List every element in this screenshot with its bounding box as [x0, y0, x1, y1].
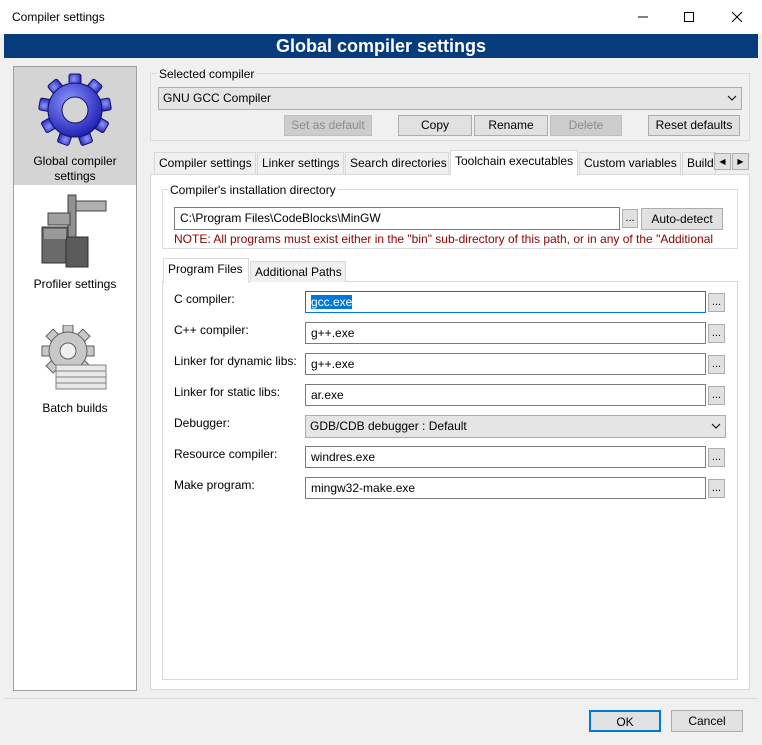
tab-custom-variables[interactable]: Custom variables — [579, 152, 681, 174]
set-as-default-button[interactable]: Set as default — [284, 115, 372, 136]
resource-compiler-label: Resource compiler: — [174, 447, 278, 461]
debugger-select[interactable]: GDB/CDB debugger : Default — [305, 415, 726, 438]
close-icon — [732, 12, 742, 22]
auto-detect-button[interactable]: Auto-detect — [641, 208, 723, 230]
caliper-icon — [41, 194, 107, 268]
close-button[interactable] — [714, 0, 760, 34]
cpp-compiler-input[interactable]: g++.exe — [305, 322, 706, 344]
page-title: Global compiler settings — [4, 34, 758, 58]
resource-compiler-input[interactable]: windres.exe — [305, 446, 706, 468]
batch-gear-icon — [41, 325, 107, 390]
copy-button[interactable]: Copy — [398, 115, 472, 136]
c-compiler-label: C compiler: — [174, 292, 235, 306]
tab-linker-settings[interactable]: Linker settings — [257, 152, 344, 174]
footer-divider — [4, 698, 758, 699]
gear-icon — [38, 73, 112, 146]
chevron-down-icon — [727, 88, 737, 116]
install-dir-input[interactable]: C:\Program Files\CodeBlocks\MinGW — [174, 207, 620, 230]
compiler-select[interactable]: GNU GCC Compiler — [158, 87, 742, 110]
subtab-program-files[interactable]: Program Files — [163, 258, 249, 283]
sidebar: Global compiler settings Profiler settin… — [13, 66, 137, 691]
c-compiler-value: gcc.exe — [311, 295, 353, 309]
chevron-right-icon: ▶ — [737, 157, 744, 166]
selected-compiler-label: Selected compiler — [157, 67, 257, 81]
cancel-button[interactable]: Cancel — [671, 710, 743, 732]
window-title: Compiler settings — [12, 10, 105, 24]
c-compiler-browse-button[interactable]: ... — [708, 293, 725, 312]
sidebar-item-batch-builds[interactable]: Batch builds — [14, 317, 136, 417]
make-program-label: Make program: — [174, 478, 255, 492]
minimize-button[interactable] — [620, 0, 666, 34]
install-dir-label: Compiler's installation directory — [168, 183, 338, 197]
sidebar-item-global-compiler[interactable]: Global compiler settings — [14, 67, 136, 185]
rename-button[interactable]: Rename — [474, 115, 548, 136]
cpp-compiler-label: C++ compiler: — [174, 323, 249, 337]
compiler-select-value: GNU GCC Compiler — [163, 91, 272, 105]
sidebar-item-label: Batch builds — [42, 401, 108, 415]
chevron-left-icon: ◀ — [719, 157, 726, 166]
tab-build[interactable]: Build — [682, 152, 716, 174]
reset-defaults-button[interactable]: Reset defaults — [648, 115, 740, 136]
maximize-button[interactable] — [666, 0, 712, 34]
title-bar: Compiler settings — [0, 0, 762, 34]
linker-dynamic-browse-button[interactable]: ... — [708, 355, 725, 374]
chevron-down-icon — [711, 416, 721, 444]
install-dir-note: NOTE: All programs must exist either in … — [174, 232, 714, 246]
resource-compiler-browse-button[interactable]: ... — [708, 448, 725, 467]
install-dir-browse-button[interactable]: ... — [622, 209, 638, 228]
tab-scroll-right-button[interactable]: ▶ — [732, 153, 749, 170]
tab-toolchain-executables[interactable]: Toolchain executables — [450, 150, 578, 175]
subtab-additional-paths[interactable]: Additional Paths — [250, 261, 346, 282]
make-program-input[interactable]: mingw32-make.exe — [305, 477, 706, 499]
linker-dynamic-input[interactable]: g++.exe — [305, 353, 706, 375]
cpp-compiler-browse-button[interactable]: ... — [708, 324, 725, 343]
make-program-browse-button[interactable]: ... — [708, 479, 725, 498]
delete-button[interactable]: Delete — [550, 115, 622, 136]
linker-dynamic-label: Linker for dynamic libs: — [174, 354, 297, 368]
minimize-icon — [638, 16, 648, 18]
tab-compiler-settings[interactable]: Compiler settings — [154, 152, 256, 174]
sidebar-item-label: Profiler settings — [33, 277, 117, 291]
sidebar-item-label: Global compiler settings — [33, 154, 117, 183]
c-compiler-input[interactable]: gcc.exe — [305, 291, 706, 313]
debugger-select-value: GDB/CDB debugger : Default — [310, 419, 467, 433]
tab-search-directories[interactable]: Search directories — [345, 152, 449, 174]
linker-static-label: Linker for static libs: — [174, 385, 281, 399]
debugger-label: Debugger: — [174, 416, 231, 430]
linker-static-browse-button[interactable]: ... — [708, 386, 725, 405]
linker-static-input[interactable]: ar.exe — [305, 384, 706, 406]
sidebar-item-profiler[interactable]: Profiler settings — [14, 187, 136, 297]
maximize-icon — [684, 12, 694, 22]
tab-scroll-left-button[interactable]: ◀ — [714, 153, 731, 170]
ok-button[interactable]: OK — [589, 710, 661, 732]
